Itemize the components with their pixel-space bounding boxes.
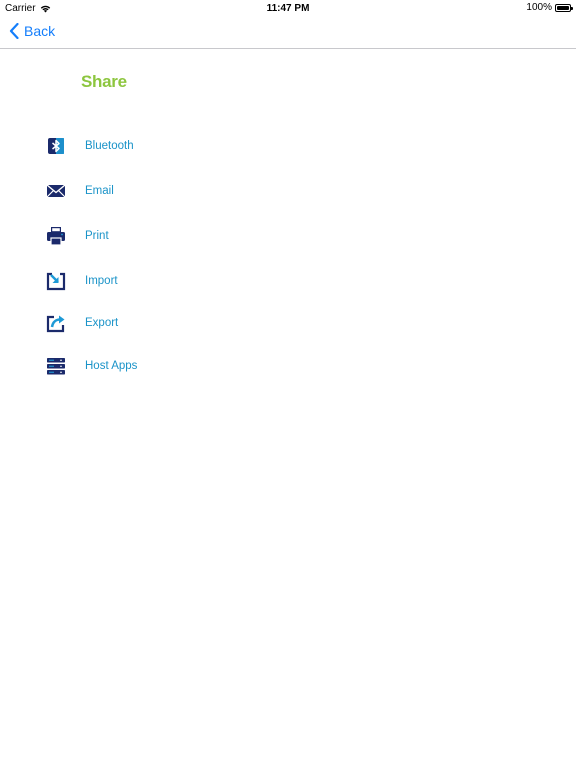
menu-item-print[interactable]: Print <box>44 221 109 251</box>
battery-icon <box>555 3 573 12</box>
clock-time: 11:47 PM <box>266 3 310 14</box>
chevron-left-icon <box>9 23 19 39</box>
battery-percent: 100% <box>526 2 552 13</box>
menu-item-label: Bluetooth <box>85 140 134 152</box>
back-button[interactable]: Back <box>9 23 55 39</box>
export-icon <box>44 311 68 335</box>
menu-item-import[interactable]: Import <box>44 266 118 296</box>
menu-item-bluetooth[interactable]: Bluetooth <box>44 131 134 161</box>
page-title: Share <box>81 72 127 91</box>
navigation-bar: Back <box>0 16 576 49</box>
menu-item-export[interactable]: Export <box>44 308 118 338</box>
menu-item-label: Host Apps <box>85 360 138 372</box>
menu-item-email[interactable]: Email <box>44 176 114 206</box>
status-bar: Carrier 11:47 PM 100% <box>0 0 576 16</box>
menu-item-label: Print <box>85 230 109 242</box>
menu-item-label: Export <box>85 317 119 329</box>
menu-item-label: Email <box>85 185 114 197</box>
printer-icon <box>44 224 68 248</box>
import-icon <box>44 269 68 293</box>
bluetooth-icon <box>44 134 68 158</box>
menu-item-host-apps[interactable]: Host Apps <box>44 351 137 381</box>
server-stack-icon <box>44 354 68 378</box>
envelope-icon <box>44 179 68 203</box>
back-button-label: Back <box>24 23 56 39</box>
menu-item-label: Import <box>85 275 118 287</box>
battery-indicator: 100% <box>526 2 573 13</box>
